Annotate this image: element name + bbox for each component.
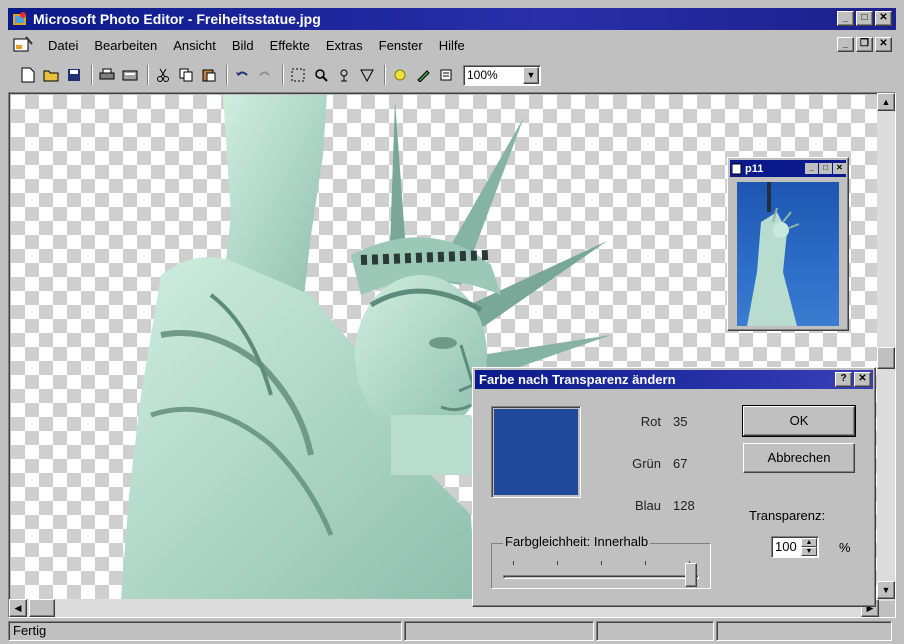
save-icon[interactable]: [64, 65, 84, 85]
menu-bild[interactable]: Bild: [224, 36, 262, 55]
tolerance-label: Farbgleichheit: Innerhalb: [503, 534, 651, 549]
thumbnail-window[interactable]: p11 _ □ ✕: [727, 157, 849, 331]
window-title: Microsoft Photo Editor - Freiheitsstatue…: [33, 11, 321, 27]
dialog-title-bar: Farbe nach Transparenz ändern ? ✕: [475, 370, 873, 389]
toolbar-separator: [91, 65, 93, 85]
title-bar: Microsoft Photo Editor - Freiheitsstatue…: [8, 8, 896, 30]
toolbar: 100% ▼: [8, 60, 896, 90]
zoom-value: 100%: [467, 68, 498, 82]
undo-icon[interactable]: [232, 65, 252, 85]
cancel-button[interactable]: Abbrechen: [743, 443, 855, 473]
slider-tick: [513, 561, 514, 565]
tolerance-slider-track[interactable]: [503, 575, 699, 579]
thumbnail-title-bar: p11 _ □ ✕: [730, 160, 846, 177]
vertical-scroll-thumb[interactable]: [877, 347, 895, 369]
new-icon[interactable]: [18, 65, 38, 85]
doc-close-button[interactable]: ✕: [875, 37, 892, 52]
tolerance-group: [491, 543, 711, 589]
horizontal-scroll-thumb[interactable]: [29, 599, 55, 617]
ok-button[interactable]: OK: [742, 405, 856, 437]
rgb-row-red: Rot 35: [611, 414, 711, 429]
transparency-spinner[interactable]: ▲ ▼: [801, 538, 817, 556]
scan-icon[interactable]: [120, 65, 140, 85]
cut-icon[interactable]: [153, 65, 173, 85]
blue-value: 128: [673, 498, 695, 513]
status-panel-2: [404, 621, 594, 641]
dialog-title: Farbe nach Transparenz ändern: [479, 372, 676, 387]
tolerance-slider-thumb[interactable]: [685, 563, 697, 587]
rgb-row-green: Grün 67: [611, 456, 711, 471]
status-panel-3: [596, 621, 714, 641]
help-button[interactable]: ?: [835, 372, 852, 387]
rgb-row-blue: Blau 128: [611, 498, 711, 513]
spin-up-icon[interactable]: ▲: [801, 538, 817, 547]
thumbnail-image: [737, 182, 839, 326]
print-icon[interactable]: [97, 65, 117, 85]
menu-hilfe[interactable]: Hilfe: [431, 36, 473, 55]
thumb-minimize-button[interactable]: _: [805, 163, 818, 174]
menu-extras[interactable]: Extras: [318, 36, 371, 55]
zoom-icon[interactable]: [311, 65, 331, 85]
properties-icon[interactable]: [436, 65, 456, 85]
transparency-unit: %: [839, 540, 851, 555]
vertical-scrollbar[interactable]: ▲ ▼: [877, 93, 895, 601]
menu-effekte[interactable]: Effekte: [262, 36, 318, 55]
doc-restore-button[interactable]: ❐: [856, 37, 873, 52]
scroll-down-icon[interactable]: ▼: [877, 581, 895, 599]
green-label: Grün: [632, 456, 661, 471]
open-icon[interactable]: [41, 65, 61, 85]
chevron-down-icon[interactable]: ▼: [523, 66, 539, 84]
scroll-left-icon[interactable]: ◀: [9, 599, 27, 617]
maximize-button[interactable]: □: [856, 11, 873, 26]
copy-icon[interactable]: [176, 65, 196, 85]
spin-down-icon[interactable]: ▼: [801, 547, 817, 556]
thumbnail-title: p11: [745, 162, 764, 175]
status-text: Fertig: [8, 621, 402, 641]
toolbar-separator: [147, 65, 149, 85]
menu-ansicht[interactable]: Ansicht: [165, 36, 224, 55]
pen-icon[interactable]: [413, 65, 433, 85]
color-swatch: [491, 406, 581, 498]
color-to-transparency-dialog: Farbe nach Transparenz ändern ? ✕ Rot 35…: [472, 367, 876, 607]
toolbar-separator: [384, 65, 386, 85]
red-value: 35: [673, 414, 688, 429]
menu-datei[interactable]: Datei: [40, 36, 86, 55]
green-value: 67: [673, 456, 688, 471]
document-icon[interactable]: [12, 36, 34, 54]
toolbar-separator: [226, 65, 228, 85]
dialog-close-button[interactable]: ✕: [854, 372, 871, 387]
menu-fenster[interactable]: Fenster: [371, 36, 431, 55]
menu-bar: Datei Bearbeiten Ansicht Bild Effekte Ex…: [8, 32, 896, 58]
status-bar: Fertig: [8, 621, 896, 642]
zoom-select[interactable]: 100% ▼: [463, 64, 541, 86]
menu-bearbeiten[interactable]: Bearbeiten: [86, 36, 165, 55]
smudge-icon[interactable]: [334, 65, 354, 85]
slider-tick: [645, 561, 646, 565]
red-label: Rot: [640, 414, 661, 429]
scroll-up-icon[interactable]: ▲: [877, 93, 895, 111]
thumb-maximize-button[interactable]: □: [819, 163, 832, 174]
status-panel-4: [716, 621, 892, 641]
transparency-icon[interactable]: [357, 65, 377, 85]
toolbar-separator: [282, 65, 284, 85]
photo-editor-icon: [12, 11, 28, 27]
doc-minimize-button[interactable]: _: [837, 37, 854, 52]
paste-icon[interactable]: [199, 65, 219, 85]
slider-tick: [557, 561, 558, 565]
redo-icon[interactable]: [255, 65, 275, 85]
thumb-close-button[interactable]: ✕: [833, 163, 846, 174]
blue-label: Blau: [634, 498, 661, 513]
select-icon[interactable]: [288, 65, 308, 85]
transparency-label: Transparenz:: [749, 508, 826, 523]
close-button[interactable]: ✕: [875, 11, 892, 26]
image-file-icon: [732, 163, 742, 174]
minimize-button[interactable]: _: [837, 11, 854, 26]
color-icon[interactable]: [390, 65, 410, 85]
slider-tick: [601, 561, 602, 565]
swatch-fill: [494, 409, 578, 495]
